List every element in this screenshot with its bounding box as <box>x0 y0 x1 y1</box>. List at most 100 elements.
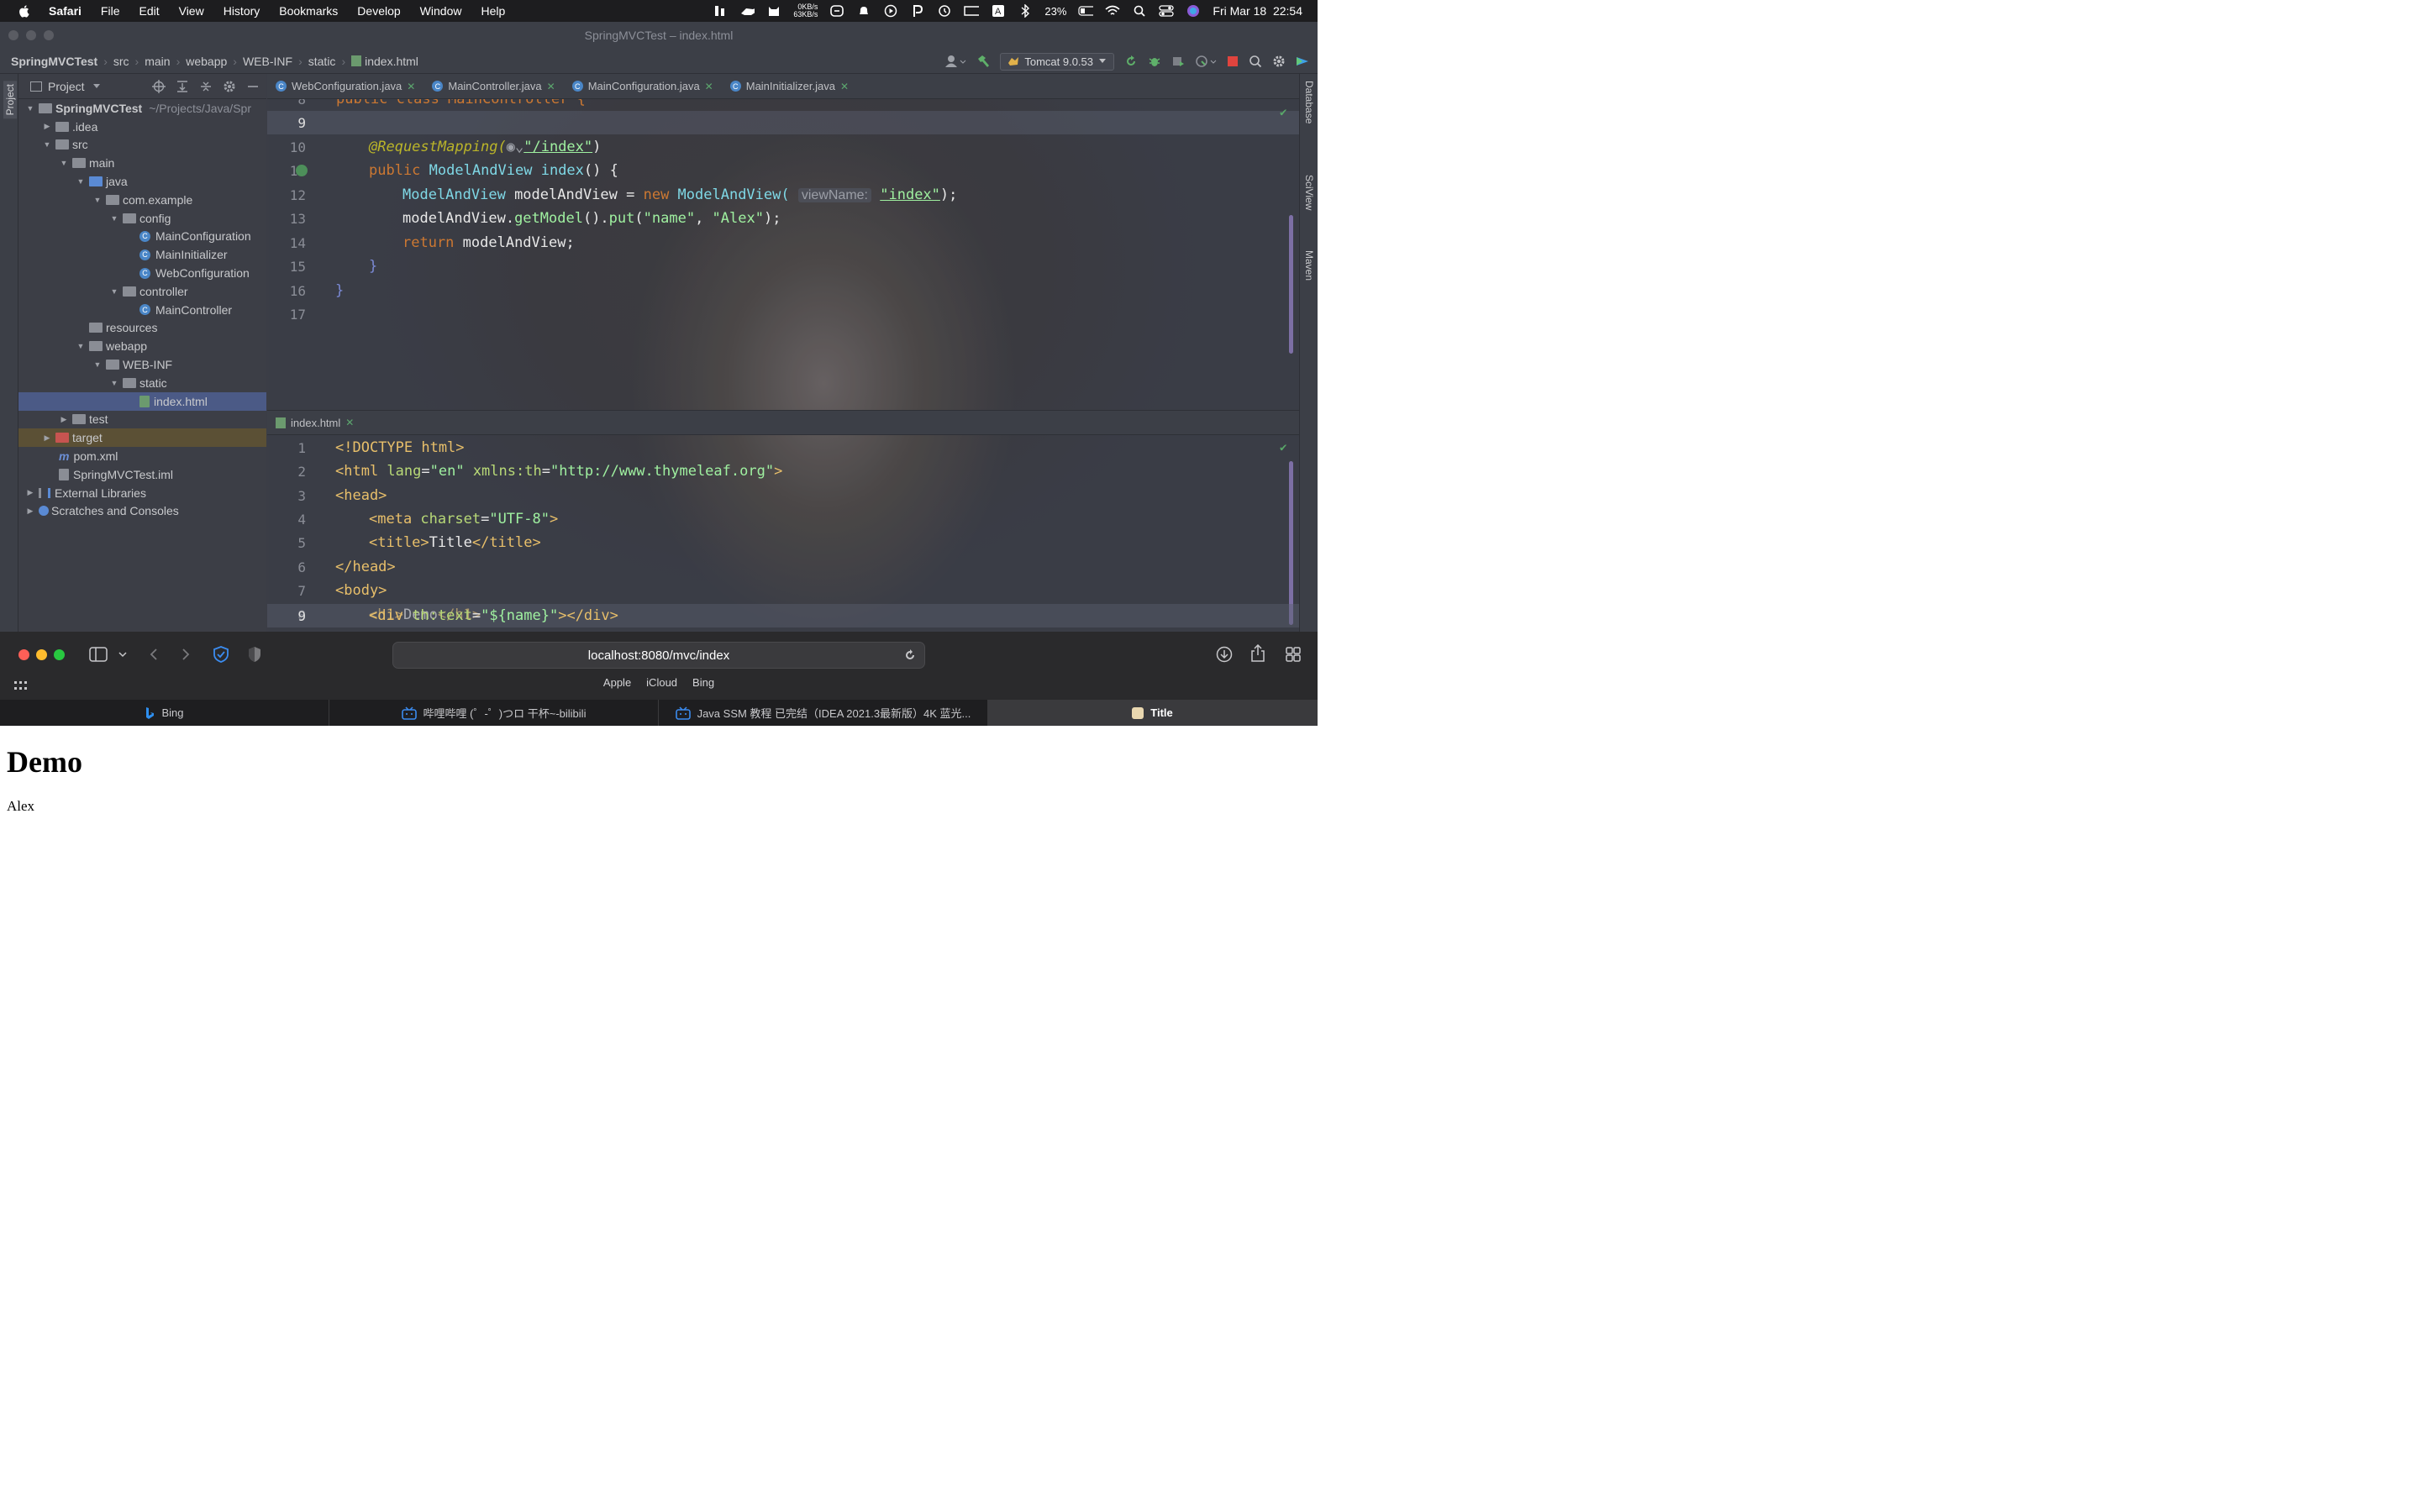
settings-gear-icon[interactable] <box>1272 55 1286 68</box>
tree-item-web-inf[interactable]: ▼ WEB-INF <box>18 355 266 374</box>
chevron-right-icon[interactable]: ▶ <box>59 415 69 424</box>
chevron-right-icon[interactable]: ▶ <box>42 122 52 131</box>
close-window-button[interactable] <box>8 30 18 40</box>
battery-icon[interactable] <box>1078 4 1094 18</box>
sciview-tool-button[interactable]: SciView <box>1303 175 1315 210</box>
address-bar[interactable]: localhost:8080/mvc/index <box>392 642 925 669</box>
chevron-down-icon[interactable]: ▼ <box>59 159 69 167</box>
no-problems-check-icon[interactable]: ✔ <box>1280 106 1286 119</box>
tab-mainconfiguration[interactable]: C MainConfiguration.java ✕ <box>564 74 722 99</box>
chevron-down-icon[interactable]: ▼ <box>42 140 52 149</box>
minimize-window-button[interactable] <box>36 649 47 660</box>
chevron-down-icon[interactable]: ▼ <box>25 104 35 113</box>
notification-bell-icon[interactable] <box>856 4 871 18</box>
browser-tab-bilibili[interactable]: 哔哩哔哩 (゜-゜)つロ 干杯~-bilibili <box>329 700 659 726</box>
gear-icon[interactable] <box>223 80 236 93</box>
chevron-down-icon[interactable]: ▼ <box>76 342 86 350</box>
editor-scrollbar[interactable] <box>1289 215 1293 354</box>
favorite-apple[interactable]: Apple <box>603 676 631 695</box>
close-tab-icon[interactable]: ✕ <box>840 81 849 92</box>
close-tab-icon[interactable]: ✕ <box>345 417 354 428</box>
breadcrumb-item[interactable]: webapp <box>186 55 227 68</box>
play-icon[interactable] <box>883 4 898 18</box>
collapse-all-icon[interactable] <box>199 80 213 93</box>
close-tab-icon[interactable]: ✕ <box>705 81 713 92</box>
close-tab-icon[interactable]: ✕ <box>407 81 415 92</box>
menubar-clock[interactable]: Fri Mar 18 22:54 <box>1213 4 1302 18</box>
menu-view[interactable]: View <box>179 4 204 18</box>
database-tool-button[interactable]: Database <box>1303 81 1315 123</box>
tree-item-webconfiguration[interactable]: C WebConfiguration <box>18 264 266 282</box>
expand-all-icon[interactable] <box>176 80 189 93</box>
chevron-down-icon[interactable]: ▼ <box>109 379 119 387</box>
menu-develop[interactable]: Develop <box>357 4 400 18</box>
tree-item-java[interactable]: ▼ java <box>18 172 266 191</box>
menu-bookmarks[interactable]: Bookmarks <box>279 4 338 18</box>
chevron-down-icon[interactable] <box>92 83 101 90</box>
apple-menu-icon[interactable] <box>17 3 32 18</box>
tree-item-test[interactable]: ▶ test <box>18 411 266 429</box>
menu-app-safari[interactable]: Safari <box>49 4 82 18</box>
browser-tab-java-ssm[interactable]: Java SSM 教程 已完结（IDEA 2021.3最新版）4K 蓝光... <box>659 700 988 726</box>
breadcrumb-item[interactable]: src <box>113 55 129 68</box>
back-icon[interactable] <box>148 648 160 661</box>
tree-item-mainconfiguration[interactable]: C MainConfiguration <box>18 228 266 246</box>
menu-edit[interactable]: Edit <box>139 4 159 18</box>
favorite-icloud[interactable]: iCloud <box>646 676 677 695</box>
network-speed[interactable]: 0KB/s 63KB/s <box>793 3 818 18</box>
user-icon[interactable] <box>944 55 966 68</box>
locate-file-icon[interactable] <box>152 80 166 93</box>
tab-overview-icon[interactable] <box>1286 647 1301 662</box>
scroll-icon[interactable] <box>829 4 844 18</box>
battery-percent[interactable]: 23% <box>1044 5 1066 18</box>
tree-item-src[interactable]: ▼ src <box>18 136 266 155</box>
minimize-window-button[interactable] <box>26 30 36 40</box>
keyboard-layout-icon[interactable] <box>964 4 980 18</box>
cat-icon[interactable] <box>766 4 781 18</box>
tree-item-scratches[interactable]: ▶ Scratches and Consoles <box>18 502 266 521</box>
menu-file[interactable]: File <box>101 4 120 18</box>
tree-item-controller[interactable]: ▼ controller <box>18 282 266 301</box>
tree-item-springmvctest[interactable]: ▼ SpringMVCTest ~/Projects/Java/Spr <box>18 99 266 118</box>
spotlight-search-icon[interactable] <box>1132 4 1147 18</box>
stop-icon[interactable] <box>1227 55 1239 67</box>
tree-item-maininitializer[interactable]: C MainInitializer <box>18 245 266 264</box>
tab-maincontroller[interactable]: C MainController.java ✕ <box>424 74 563 99</box>
search-icon[interactable] <box>1249 55 1262 68</box>
chevron-down-icon[interactable]: ▼ <box>109 214 119 223</box>
close-tab-icon[interactable]: ✕ <box>547 81 555 92</box>
close-window-button[interactable] <box>18 649 29 660</box>
tree-item-com-example[interactable]: ▼ com.example <box>18 191 266 209</box>
run-configuration-select[interactable]: Tomcat 9.0.53 <box>1000 52 1114 71</box>
hide-panel-icon[interactable] <box>246 80 260 93</box>
tree-item-idea[interactable]: ▶ .idea <box>18 118 266 136</box>
runcat-icon[interactable] <box>739 4 755 18</box>
zoom-window-button[interactable] <box>44 30 54 40</box>
tree-item-config[interactable]: ▼ config <box>18 209 266 228</box>
chevron-down-icon[interactable]: ▼ <box>109 287 119 296</box>
input-source-icon[interactable]: A <box>991 4 1006 18</box>
tree-item-resources[interactable]: resources <box>18 319 266 338</box>
tree-item-main[interactable]: ▼ main <box>18 154 266 172</box>
share-icon[interactable] <box>1250 644 1265 663</box>
tab-maininitializer[interactable]: C MainInitializer.java ✕ <box>722 74 857 99</box>
browser-tab-bing[interactable]: Bing <box>0 700 329 726</box>
tab-index-html[interactable]: index.html ✕ <box>267 410 362 435</box>
wifi-icon[interactable] <box>1105 4 1120 18</box>
menu-help[interactable]: Help <box>481 4 505 18</box>
menu-window[interactable]: Window <box>420 4 462 18</box>
bluetooth-icon[interactable] <box>1018 4 1033 18</box>
editor-scrollbar[interactable] <box>1289 461 1293 625</box>
zoom-window-button[interactable] <box>54 649 65 660</box>
project-panel-title[interactable]: Project <box>48 80 85 93</box>
jetbrains-toolbox-icon[interactable] <box>1296 55 1309 68</box>
tab-webconfiguration[interactable]: C WebConfiguration.java ✕ <box>267 74 424 99</box>
chevron-right-icon[interactable]: ▶ <box>25 507 35 516</box>
breadcrumb-item[interactable]: index.html <box>365 55 418 68</box>
breadcrumb-item[interactable]: SpringMVCTest <box>11 55 97 68</box>
profiler-icon[interactable] <box>1195 55 1217 68</box>
html-code-editor[interactable]: 1 <!DOCTYPE html> 2 <html lang="en" xmlns:… <box>267 436 1299 632</box>
privacy-shield-icon[interactable] <box>213 646 229 663</box>
debug-icon[interactable] <box>1148 55 1161 68</box>
chevron-right-icon[interactable]: ▶ <box>42 433 52 443</box>
